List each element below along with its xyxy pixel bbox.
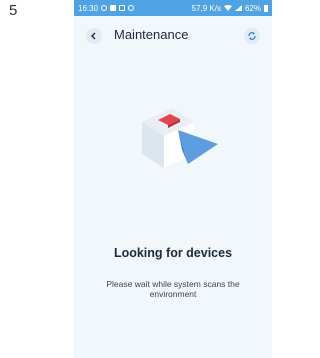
step-number: 5	[9, 2, 18, 19]
status-time: 16:30	[78, 3, 99, 13]
page-title: Maintenance	[114, 27, 189, 42]
status-right: 57,9 K/s 62%	[192, 4, 268, 13]
refresh-button[interactable]	[244, 28, 260, 44]
battery-icon	[264, 4, 268, 12]
device-scan-illustration	[142, 108, 218, 168]
header: Maintenance	[74, 22, 272, 50]
status-description: Please wait while system scans the envir…	[106, 279, 240, 299]
status-left: 16:30	[78, 3, 135, 13]
status-heading: Looking for devices	[113, 246, 233, 260]
message-icon	[110, 5, 117, 11]
phone-screen: 16:30 57,9 K/s 62% Maintenance Looking f…	[74, 0, 272, 358]
app-icon	[128, 5, 135, 11]
back-button[interactable]	[86, 28, 102, 44]
wifi-icon	[223, 5, 232, 11]
phone-icon	[119, 5, 126, 11]
refresh-icon	[248, 32, 256, 40]
status-bar: 16:30 57,9 K/s 62%	[74, 0, 272, 16]
battery-level: 62%	[244, 3, 261, 13]
network-speed: 57,9 K/s	[191, 3, 221, 13]
signal-icon	[234, 5, 242, 11]
notification-icon	[101, 5, 108, 11]
chevron-left-icon	[91, 32, 96, 40]
